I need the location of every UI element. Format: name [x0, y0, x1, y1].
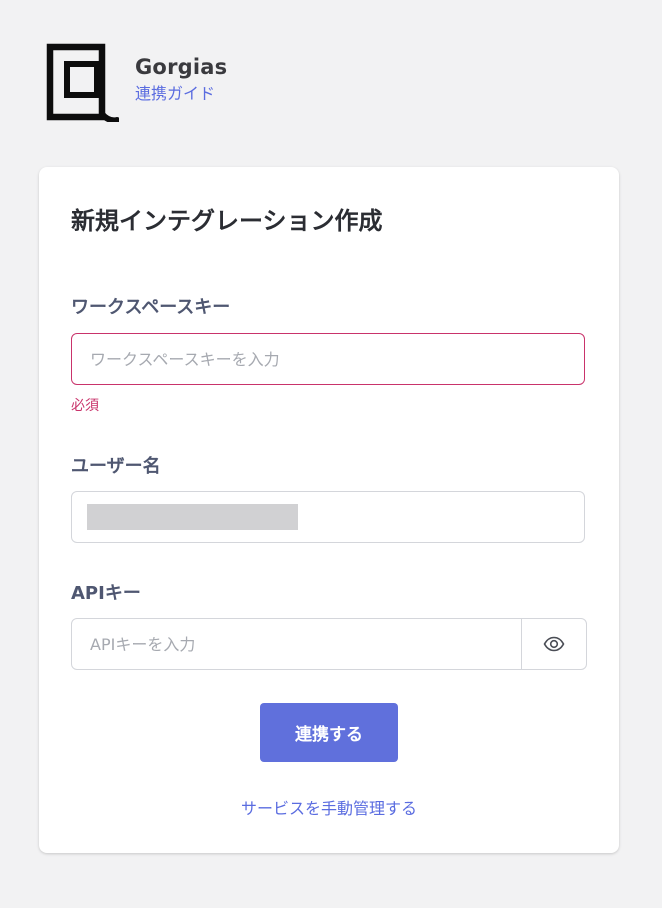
- workspace-key-error: 必須: [71, 398, 99, 414]
- username-redacted-value: [87, 504, 298, 530]
- header: Gorgias 連携ガイド: [45, 42, 227, 122]
- api-key-label: APIキー: [71, 583, 141, 604]
- brand-name: Gorgias: [135, 55, 228, 79]
- show-password-button[interactable]: [521, 619, 586, 669]
- manual-manage-link[interactable]: サービスを手動管理する: [39, 795, 619, 819]
- brand: Gorgias 連携ガイド: [135, 53, 227, 105]
- username-label: ユーザー名: [71, 456, 161, 477]
- integration-guide-link[interactable]: 連携ガイド: [135, 83, 227, 105]
- integration-form-card: 新規インテグレーション作成 ワークスペースキー 必須 ユーザー名 APIキー 連…: [39, 167, 619, 853]
- api-key-field: [71, 618, 587, 670]
- connect-button[interactable]: 連携する: [260, 703, 398, 762]
- gorgias-logo-icon: [46, 43, 119, 122]
- eye-icon: [543, 636, 565, 652]
- workspace-key-label: ワークスペースキー: [71, 297, 231, 318]
- username-input[interactable]: [71, 491, 585, 543]
- page-title: 新規インテグレーション作成: [71, 207, 383, 235]
- workspace-key-input[interactable]: [71, 333, 585, 385]
- api-key-input[interactable]: [72, 619, 521, 669]
